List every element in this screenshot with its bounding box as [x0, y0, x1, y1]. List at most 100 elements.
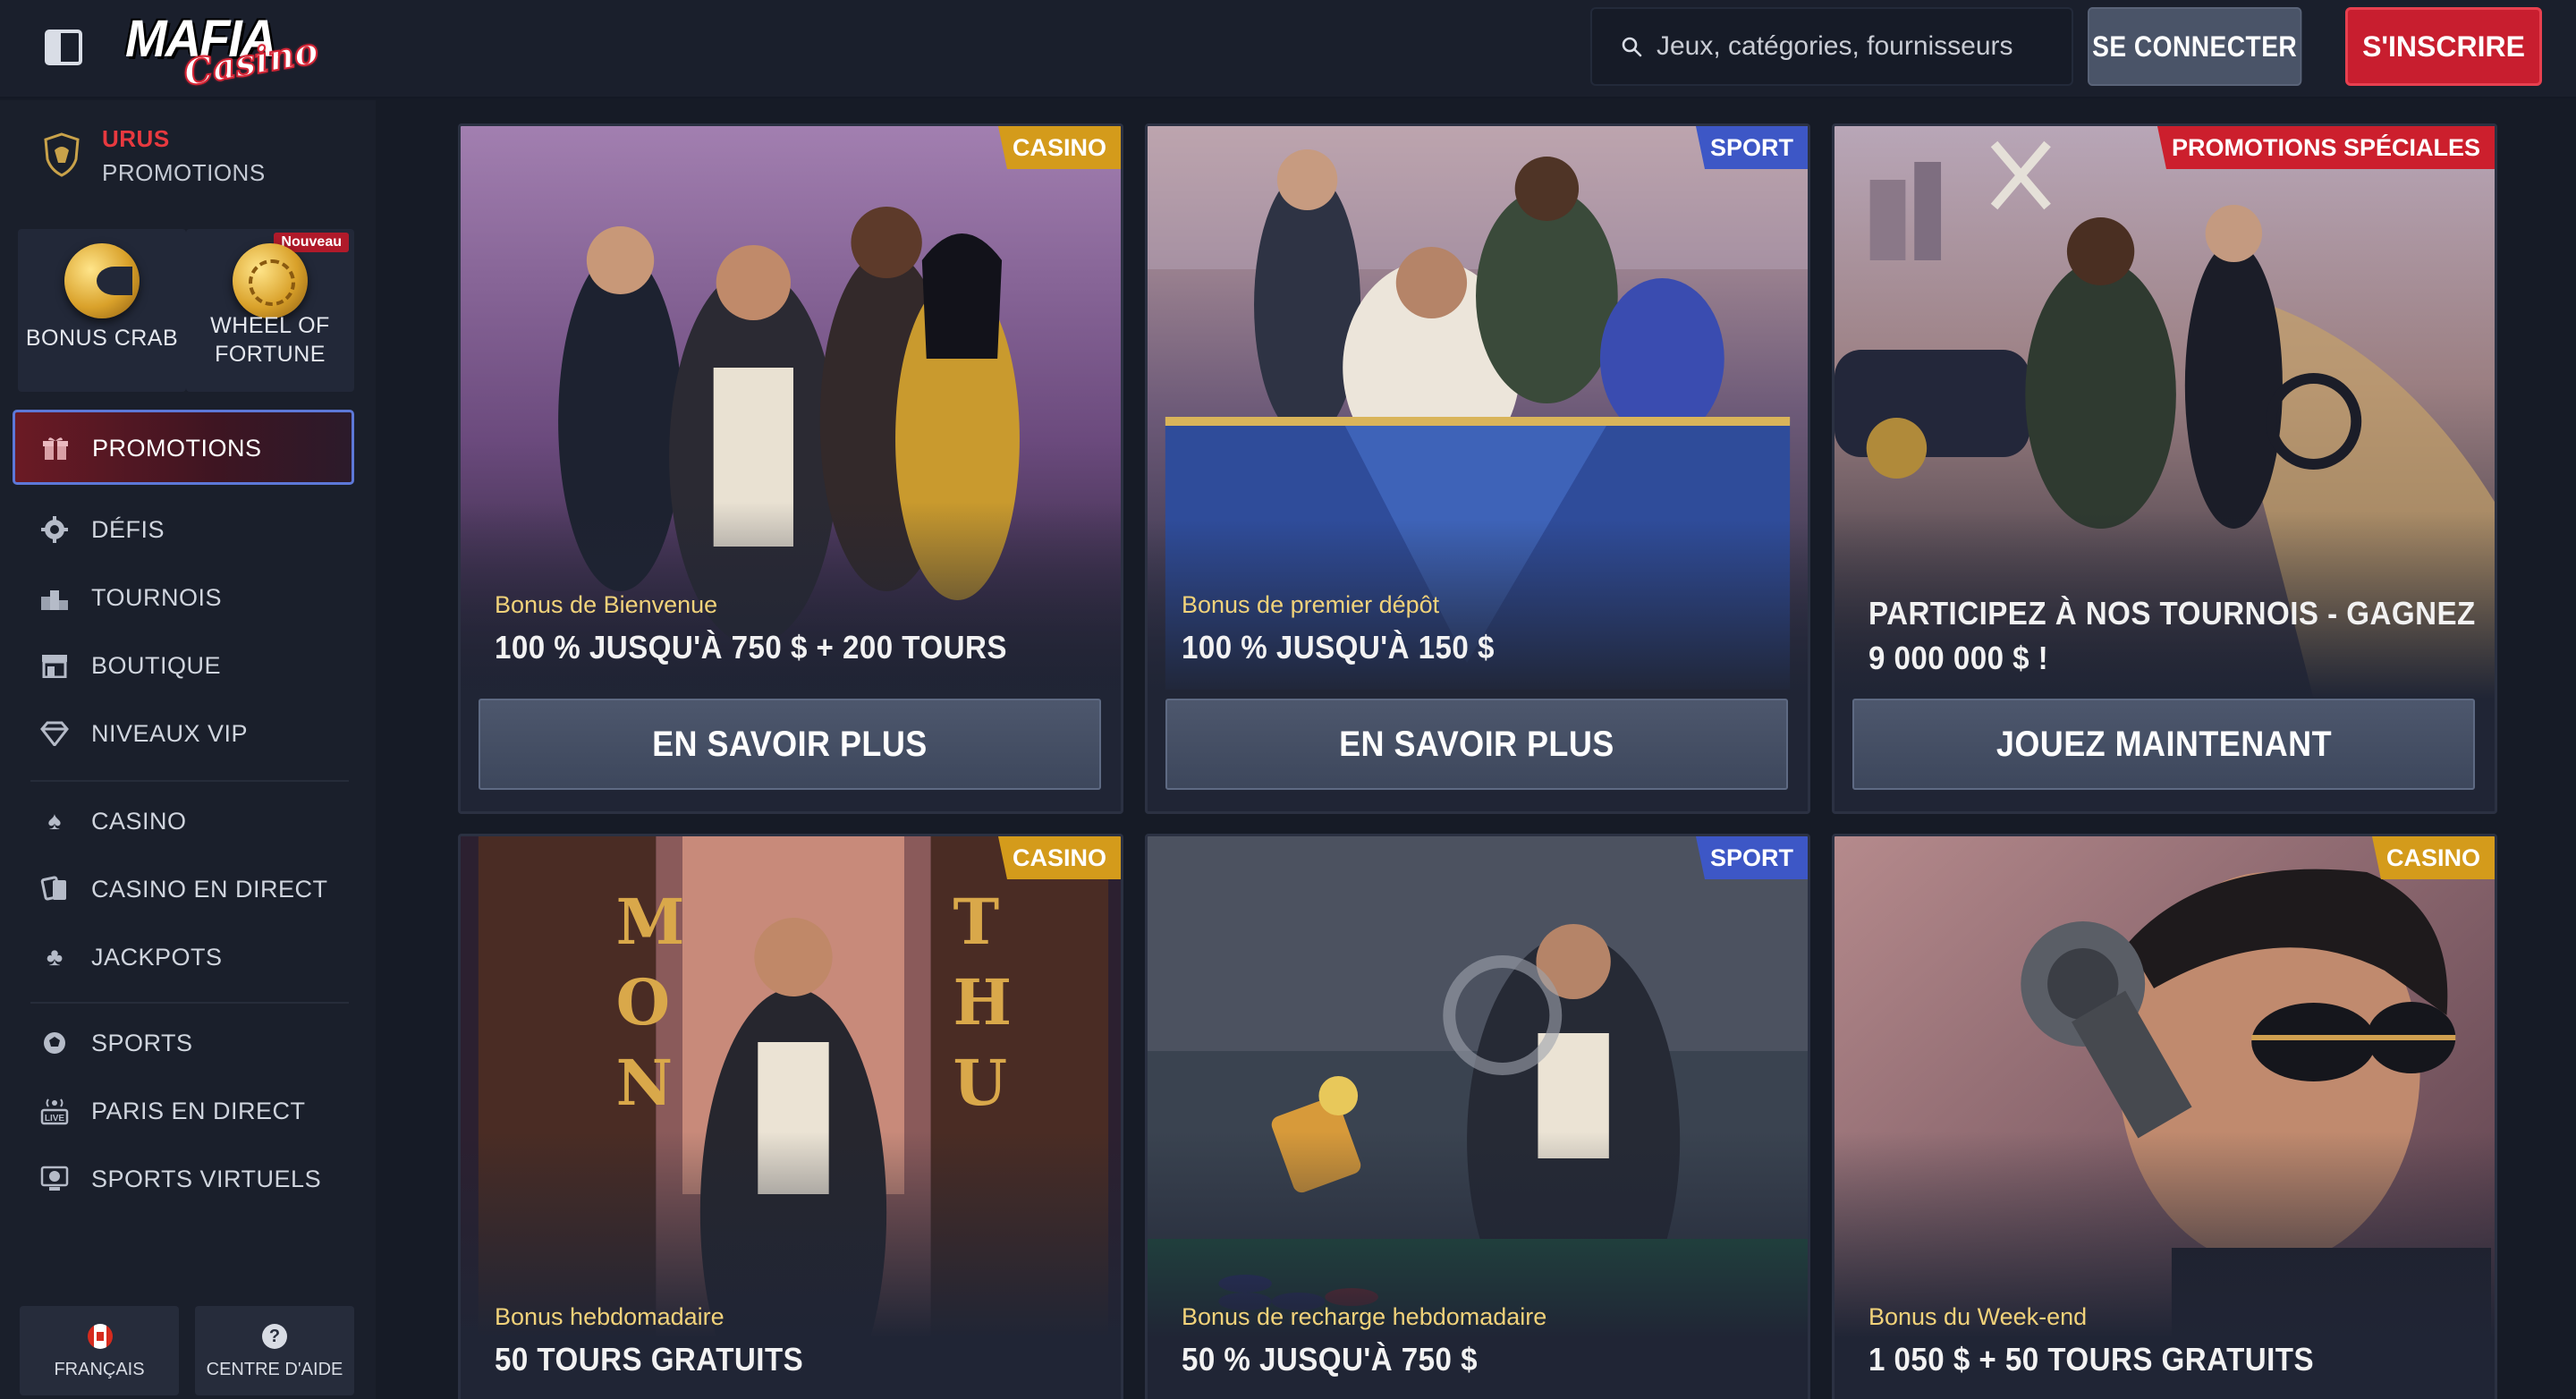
crab-coin-icon [64, 243, 140, 318]
svg-text:U: U [953, 1047, 1008, 1120]
ball-icon [39, 1029, 70, 1057]
sidebar-item-promotions-row: PROMOTIONS [40, 430, 262, 466]
card-tag: CASINO [2371, 836, 2495, 879]
card-tag: CASINO [997, 126, 1121, 169]
card-title-line1: PARTICIPEZ À NOS TOURNOIS - GAGNEZ [1868, 595, 2476, 632]
card-tag: PROMOTIONS SPÉCIALES [2157, 126, 2495, 169]
sidebar-item-label: DÉFIS [91, 515, 165, 543]
learn-more-button[interactable]: EN SAVOIR PLUS [479, 699, 1101, 790]
sidebar-item-sports-virtuels[interactable]: SPORTS VIRTUELS [39, 1161, 321, 1197]
virtual-ball-icon [39, 1165, 70, 1193]
wheel-label-line1: WHEEL OF [210, 313, 330, 338]
sidebar-item-boutique[interactable]: BOUTIQUE [39, 648, 221, 683]
wheel-of-fortune-tile[interactable]: Nouveau WHEEL OF FORTUNE [186, 229, 354, 392]
sidebar-item-label: CASINO [91, 807, 187, 835]
svg-text:O: O [616, 967, 670, 1039]
sidebar-item-tournois[interactable]: TOURNOIS [39, 580, 222, 615]
signup-button[interactable]: S'INSCRIRE [2345, 7, 2542, 86]
shop-icon [39, 651, 70, 680]
sidebar-divider [30, 780, 349, 782]
login-label: SE CONNECTER [2092, 30, 2298, 63]
sidebar-item-niveaux-vip[interactable]: NIVEAUX VIP [39, 716, 248, 751]
sidebar-item-promotions[interactable]: PROMOTIONS [13, 410, 354, 485]
svg-text:LIVE: LIVE [45, 1114, 65, 1123]
card-title: 50 TOURS GRATUITS [495, 1341, 804, 1378]
cta-label: EN SAVOIR PLUS [652, 724, 928, 764]
promo-card-special-tournaments[interactable]: PROMOTIONS SPÉCIALES PARTICIPEZ À NOS TO… [1832, 123, 2497, 814]
sidebar-item-label: NIVEAUX VIP [91, 719, 249, 747]
bonus-crab-tile[interactable]: BONUS CRAB [18, 229, 186, 392]
svg-text:M: M [616, 886, 685, 959]
promo-card-weekly-reload[interactable]: SPORT Bonus de recharge hebdomadaire 50 … [1145, 834, 1810, 1399]
sidebar-item-label: CASINO EN DIRECT [91, 875, 328, 903]
bull-shield-icon [44, 132, 80, 177]
play-now-button[interactable]: JOUEZ MAINTENANT [1852, 699, 2475, 790]
help-icon: ? [262, 1324, 287, 1349]
wheel-of-fortune-label: WHEEL OF FORTUNE [186, 311, 354, 369]
sidebar-item-label: BOUTIQUE [91, 651, 222, 679]
card-subtitle: Bonus du Week-end [1868, 1303, 2088, 1330]
card-tag: SPORT [1695, 126, 1808, 169]
bonus-crab-label: BONUS CRAB [25, 326, 179, 351]
search-input[interactable] [1657, 9, 2059, 84]
sidebar-item-jackpots[interactable]: ♣ JACKPOTS [39, 939, 223, 975]
search-box[interactable] [1590, 7, 2073, 86]
card-title: 100 % JUSQU'À 750 $ + 200 TOURS [495, 629, 1007, 666]
svg-text:T: T [953, 886, 1000, 959]
language-button[interactable]: FRANÇAIS [20, 1306, 179, 1395]
urus-subtitle: PROMOTIONS [102, 159, 266, 186]
live-icon: LIVE [39, 1097, 70, 1125]
card-subtitle: Bonus de recharge hebdomadaire [1182, 1303, 1547, 1330]
sidebar-item-label: SPORTS [91, 1029, 193, 1056]
top-header: MAFIA Casino SE CONNECTER S'INSCRIRE [0, 0, 2576, 98]
card-title-line2: 9 000 000 $ ! [1868, 640, 2049, 676]
svg-text:H: H [953, 967, 1013, 1039]
card-subtitle: Bonus hebdomadaire [495, 1303, 724, 1330]
search-icon [1622, 37, 1642, 57]
help-center-label: CENTRE D'AIDE [206, 1360, 343, 1379]
promo-card-welcome[interactable]: CASINO Bonus de Bienvenue 100 % JUSQU'À … [458, 123, 1123, 814]
spade-icon: ♠ [47, 807, 62, 835]
wheel-coin-icon [233, 243, 308, 318]
sidebar-item-paris-en-direct[interactable]: LIVE PARIS EN DIRECT [39, 1093, 306, 1129]
cta-label: EN SAVOIR PLUS [1339, 724, 1614, 764]
sidebar-item-label: PARIS EN DIRECT [91, 1097, 306, 1124]
help-center-button[interactable]: ? CENTRE D'AIDE [195, 1306, 354, 1395]
diamond-icon [39, 719, 70, 748]
cta-label: JOUEZ MAINTENANT [1996, 724, 2332, 764]
promo-card-weekend[interactable]: CASINO Bonus du Week-end 1 050 $ + 50 TO… [1832, 834, 2497, 1399]
promo-card-weekly[interactable]: M O N T H U CASINO Bonus hebdomadaire 50… [458, 834, 1123, 1399]
sidebar-item-casino-en-direct[interactable]: CASINO EN DIRECT [39, 871, 328, 907]
card-tag: SPORT [1695, 836, 1808, 879]
sidebar-item-casino[interactable]: ♠ CASINO [39, 803, 187, 839]
sidebar-item-defis[interactable]: DÉFIS [39, 512, 165, 547]
promo-card-first-deposit[interactable]: SPORT Bonus de premier dépôt 100 % JUSQU… [1145, 123, 1810, 814]
sidebar-item-label: PROMOTIONS [92, 434, 262, 462]
clover-icon: ♣ [46, 943, 64, 971]
card-title: 50 % JUSQU'À 750 $ [1182, 1341, 1478, 1378]
card-subtitle: Bonus de Bienvenue [495, 591, 718, 618]
gift-icon [40, 434, 71, 462]
signup-label: S'INSCRIRE [2362, 30, 2525, 63]
mafia-casino-logo[interactable]: MAFIA Casino [125, 8, 322, 95]
language-label: FRANÇAIS [54, 1360, 145, 1379]
card-tag: CASINO [997, 836, 1121, 879]
sidebar-item-label: TOURNOIS [91, 583, 223, 611]
sidebar-item-sports[interactable]: SPORTS [39, 1025, 193, 1061]
sidebar-item-label: JACKPOTS [91, 943, 223, 971]
learn-more-button[interactable]: EN SAVOIR PLUS [1165, 699, 1788, 790]
sidebar: URUS PROMOTIONS BONUS CRAB Nouveau WHEEL… [0, 100, 376, 1399]
urus-title: URUS [102, 125, 170, 152]
sidebar-item-label: SPORTS VIRTUELS [91, 1165, 322, 1192]
card-title: 1 050 $ + 50 TOURS GRATUITS [1868, 1341, 2315, 1378]
svg-text:N: N [616, 1047, 673, 1120]
card-subtitle: Bonus de premier dépôt [1182, 591, 1440, 618]
login-button[interactable]: SE CONNECTER [2088, 7, 2302, 86]
card-title: 100 % JUSQU'À 150 $ [1182, 629, 1495, 666]
sidebar-toggle-icon[interactable] [45, 30, 82, 65]
wheel-label-line2: FORTUNE [215, 342, 326, 367]
gear-badge-icon [39, 515, 70, 544]
podium-icon [39, 583, 70, 612]
sidebar-divider [30, 1002, 349, 1004]
canada-flag-icon [88, 1324, 113, 1349]
